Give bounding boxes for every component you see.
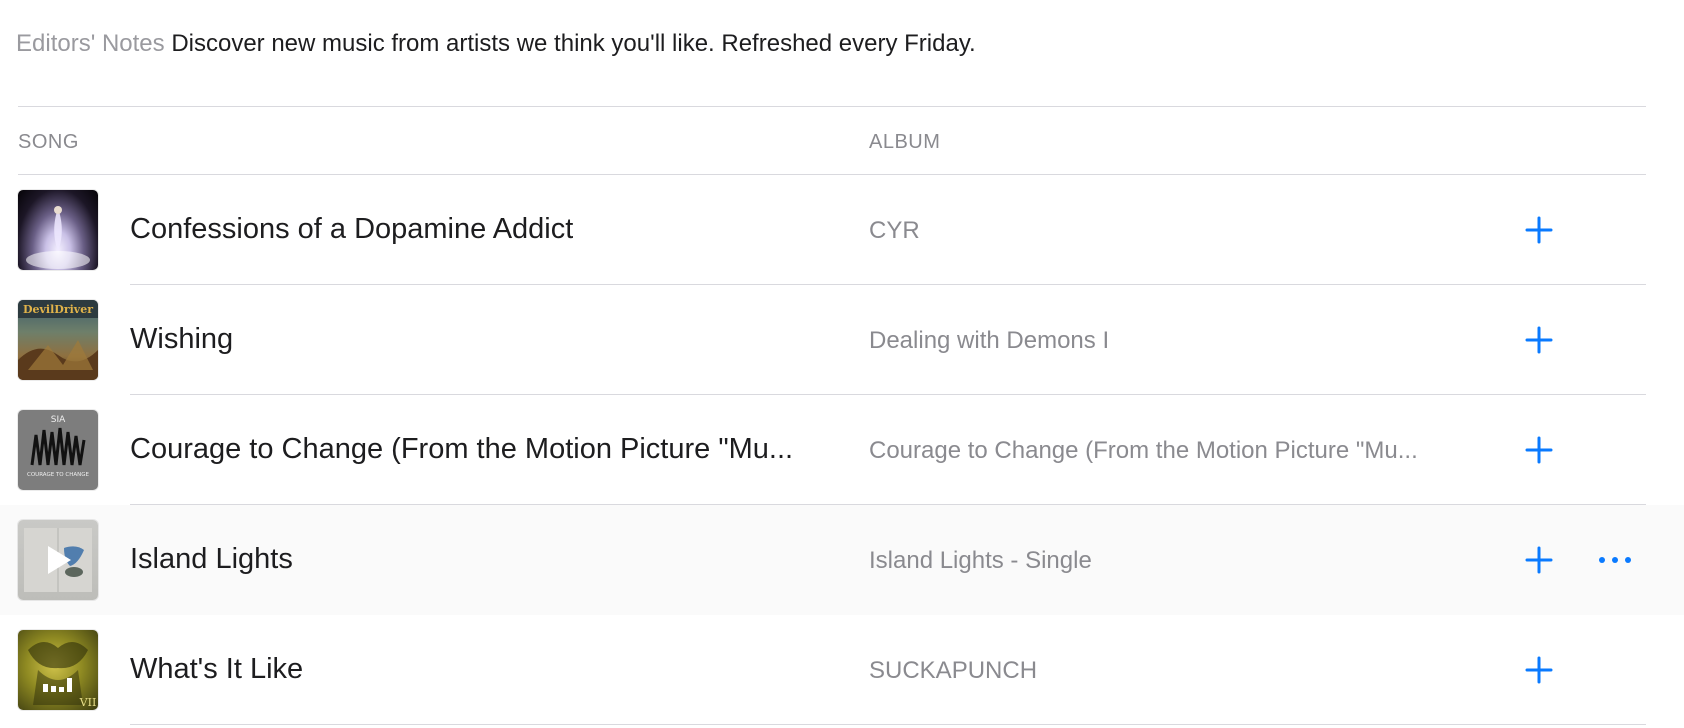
album-name[interactable]: Dealing with Demons I: [869, 327, 1109, 355]
track-title[interactable]: What's It Like: [130, 653, 303, 686]
album-artwork[interactable]: [18, 520, 98, 600]
column-header-song[interactable]: SONG: [18, 131, 79, 154]
plus-icon[interactable]: [1524, 435, 1554, 465]
album-artwork[interactable]: VII: [18, 630, 98, 710]
album-artwork[interactable]: SIA COURAGE TO CHANGE: [18, 410, 98, 490]
track-title[interactable]: Island Lights: [130, 543, 293, 576]
track-title[interactable]: Confessions of a Dopamine Addict: [130, 213, 573, 246]
track-row[interactable]: VII What's It Like SUCKAPUNCH: [0, 615, 1684, 725]
album-artwork-text: VII: [79, 696, 97, 709]
play-icon[interactable]: [45, 544, 73, 576]
editors-notes-label: Editors' Notes: [16, 30, 165, 57]
plus-icon[interactable]: [1524, 325, 1554, 355]
editors-notes: Editors' Notes Discover new music from a…: [16, 30, 976, 58]
track-row[interactable]: DevilDriver Wishing Dealing with Demons …: [0, 285, 1684, 395]
plus-icon[interactable]: [1524, 545, 1554, 575]
album-artwork-text: SIA: [51, 415, 66, 425]
plus-icon[interactable]: [1524, 215, 1554, 245]
track-row[interactable]: SIA COURAGE TO CHANGE Courage to Change …: [0, 395, 1684, 505]
album-name[interactable]: CYR: [869, 217, 920, 245]
plus-icon[interactable]: [1524, 655, 1554, 685]
track-list: Confessions of a Dopamine Addict CYR Dev…: [0, 175, 1684, 725]
album-name[interactable]: Courage to Change (From the Motion Pictu…: [869, 437, 1418, 465]
album-artwork-text: DevilDriver: [23, 303, 93, 316]
editors-notes-text: Discover new music from artists we think…: [171, 30, 976, 57]
track-row[interactable]: Island Lights Island Lights - Single: [0, 505, 1684, 615]
ellipsis-icon[interactable]: [1598, 553, 1632, 567]
album-artwork-subtext: COURAGE TO CHANGE: [27, 472, 89, 478]
track-title[interactable]: Wishing: [130, 323, 233, 356]
track-title[interactable]: Courage to Change (From the Motion Pictu…: [130, 433, 793, 466]
track-row[interactable]: Confessions of a Dopamine Addict CYR: [0, 175, 1684, 285]
album-name[interactable]: Island Lights - Single: [869, 547, 1092, 575]
row-separator: [130, 724, 1646, 725]
album-name[interactable]: SUCKAPUNCH: [869, 657, 1037, 685]
track-list-header: SONG ALBUM: [0, 107, 1684, 174]
column-header-album[interactable]: ALBUM: [869, 131, 940, 154]
album-artwork[interactable]: [18, 190, 98, 270]
album-artwork[interactable]: DevilDriver: [18, 300, 98, 380]
now-playing-bars-icon: [43, 678, 72, 692]
